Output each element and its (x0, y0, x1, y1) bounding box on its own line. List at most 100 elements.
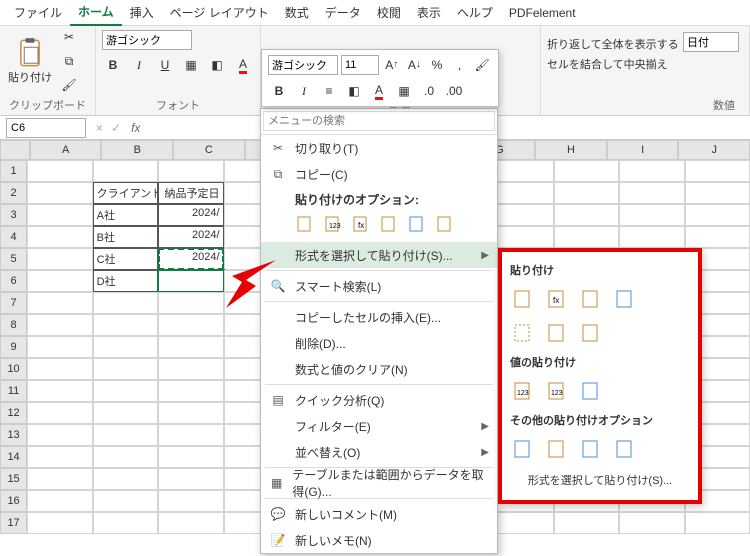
font-color-button[interactable]: A (232, 54, 254, 76)
cell[interactable]: 2024/ (158, 226, 223, 248)
cell[interactable] (158, 292, 223, 314)
menu-home[interactable]: ホーム (70, 0, 122, 26)
cell[interactable]: A社 (93, 204, 158, 226)
cell[interactable] (158, 424, 223, 446)
sub-values-num-icon[interactable]: 123 (544, 378, 570, 404)
cell[interactable]: C社 (93, 248, 158, 270)
cell[interactable] (158, 402, 223, 424)
cell[interactable] (27, 380, 92, 402)
mini-border[interactable]: ▦ (393, 80, 415, 102)
row-head[interactable]: 5 (0, 248, 27, 270)
cell[interactable] (93, 402, 158, 424)
cell[interactable] (93, 446, 158, 468)
paste-opt-all-icon[interactable] (293, 212, 317, 236)
sub-paste-noborder-icon[interactable] (510, 320, 536, 346)
cell[interactable]: 納品予定日 (158, 182, 223, 204)
menu-file[interactable]: ファイル (6, 0, 70, 25)
paste-opt-transpose-icon[interactable] (377, 212, 401, 236)
cell[interactable] (488, 226, 553, 248)
menu-formulas[interactable]: 数式 (277, 0, 317, 25)
menu-data[interactable]: データ (317, 0, 369, 25)
col-I[interactable]: I (607, 140, 679, 160)
mini-format-painter[interactable]: 🖌 (472, 54, 492, 76)
paste-opt-formulas-icon[interactable]: fx (349, 212, 373, 236)
row-head[interactable]: 8 (0, 314, 27, 336)
cell[interactable] (158, 336, 223, 358)
cell[interactable] (27, 490, 92, 512)
cell[interactable] (27, 336, 92, 358)
italic-button[interactable]: I (128, 54, 150, 76)
sub-paste-keepsrc-icon[interactable] (612, 286, 638, 312)
cell[interactable] (158, 446, 223, 468)
paste-opt-values-icon[interactable]: 123 (321, 212, 345, 236)
ctx-smart-lookup[interactable]: 🔍 スマート検索(L) (261, 273, 497, 299)
cell[interactable] (158, 468, 223, 490)
cut-button[interactable]: ✂ (58, 26, 80, 48)
cell[interactable] (27, 292, 92, 314)
cell[interactable] (27, 270, 92, 292)
cancel-formula-icon[interactable]: × (92, 121, 107, 135)
sub-values-src-icon[interactable] (578, 378, 604, 404)
cell[interactable] (685, 204, 750, 226)
cell[interactable] (685, 226, 750, 248)
menu-pagelayout[interactable]: ページ レイアウト (162, 0, 277, 25)
cell[interactable] (619, 204, 684, 226)
row-head[interactable]: 14 (0, 446, 27, 468)
ctx-quick-analysis[interactable]: ▤ クイック分析(Q) (261, 387, 497, 413)
ctx-insert-cells[interactable]: コピーしたセルの挿入(E)... (261, 304, 497, 330)
mini-font-color[interactable]: A (368, 80, 390, 102)
cell[interactable]: 2024/ (158, 248, 223, 270)
row-head[interactable]: 10 (0, 358, 27, 380)
row-head[interactable]: 7 (0, 292, 27, 314)
row-head[interactable]: 6 (0, 270, 27, 292)
cell[interactable] (93, 314, 158, 336)
cell[interactable] (158, 160, 223, 182)
cell[interactable]: クライアント (93, 182, 158, 204)
ctx-new-note[interactable]: 📝 新しいメモ(N) (261, 527, 497, 553)
cell[interactable] (158, 270, 223, 292)
cell[interactable] (685, 182, 750, 204)
cell[interactable] (27, 424, 92, 446)
cell[interactable] (93, 358, 158, 380)
sub-other-format-icon[interactable] (510, 436, 536, 462)
menu-view[interactable]: 表示 (409, 0, 449, 25)
cell[interactable] (27, 226, 92, 248)
mini-size-select[interactable] (341, 55, 379, 75)
cell[interactable] (27, 314, 92, 336)
accept-formula-icon[interactable]: ✓ (107, 121, 125, 135)
cell[interactable] (93, 160, 158, 182)
ctx-clear-contents[interactable]: 数式と値のクリア(N) (261, 356, 497, 382)
cell[interactable] (27, 402, 92, 424)
mini-bold[interactable]: B (268, 80, 290, 102)
row-head[interactable]: 12 (0, 402, 27, 424)
fx-icon[interactable]: fx (125, 121, 146, 135)
sub-paste-special-link[interactable]: 形式を選択して貼り付け(S)... (508, 466, 692, 490)
cell[interactable] (93, 336, 158, 358)
cell[interactable] (158, 512, 223, 534)
sub-paste-all-icon[interactable] (510, 286, 536, 312)
cell[interactable] (27, 512, 92, 534)
col-H[interactable]: H (535, 140, 607, 160)
cell[interactable] (93, 512, 158, 534)
cell[interactable] (158, 314, 223, 336)
row-head[interactable]: 17 (0, 512, 27, 534)
mini-fill[interactable]: ◧ (343, 80, 365, 102)
menu-search-input[interactable] (263, 111, 495, 131)
cell[interactable] (93, 468, 158, 490)
menu-review[interactable]: 校閲 (369, 0, 409, 25)
sub-other-link-icon[interactable] (544, 436, 570, 462)
cell[interactable] (554, 204, 619, 226)
col-C[interactable]: C (173, 140, 245, 160)
cell[interactable] (27, 358, 92, 380)
cell[interactable] (27, 182, 92, 204)
cell[interactable] (93, 490, 158, 512)
paste-opt-link-icon[interactable] (433, 212, 457, 236)
col-J[interactable]: J (678, 140, 750, 160)
name-box[interactable] (6, 118, 86, 138)
format-painter-button[interactable]: 🖌 (58, 74, 80, 96)
sub-paste-formulas-icon[interactable]: fx (544, 286, 570, 312)
merge-center-button[interactable]: セルを結合して中央揃え (547, 56, 743, 72)
sub-other-picture-icon[interactable] (578, 436, 604, 462)
ctx-sort[interactable]: 並べ替え(O) ▶ (261, 439, 497, 465)
ctx-filter[interactable]: フィルター(E) ▶ (261, 413, 497, 439)
